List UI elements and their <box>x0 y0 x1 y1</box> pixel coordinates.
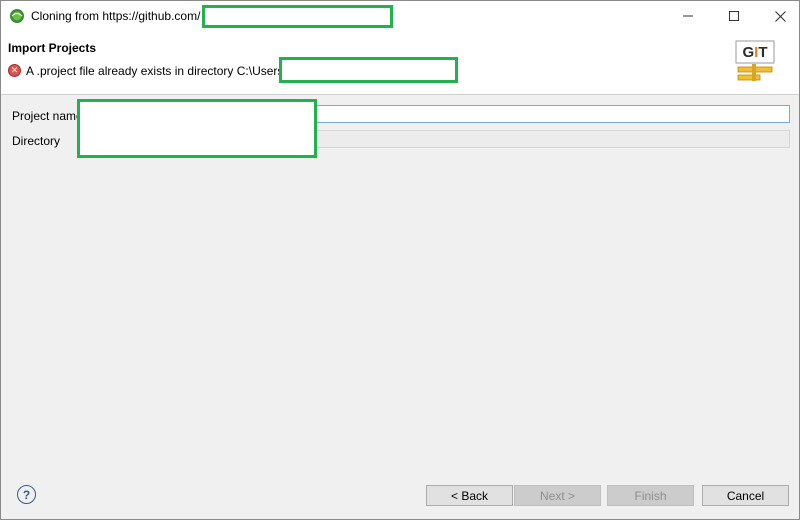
redaction-box <box>279 57 458 83</box>
wizard-header: Import Projects ✕ A .project file alread… <box>1 31 799 95</box>
error-message: A .project file already exists in direct… <box>26 64 284 78</box>
title-bar: Cloning from https://github.com/ <box>1 1 799 31</box>
close-icon <box>774 10 786 22</box>
close-button[interactable] <box>757 1 800 31</box>
project-name-label: Project name <box>12 109 83 123</box>
clone-wizard-window: Cloning from https://github.com/ Import … <box>0 0 800 520</box>
directory-label: Directory <box>12 134 61 148</box>
page-title: Import Projects <box>8 41 97 55</box>
window-title: Cloning from https://github.com/ <box>31 9 201 23</box>
maximize-button[interactable] <box>711 1 757 31</box>
minimize-button[interactable] <box>665 1 711 31</box>
finish-button[interactable]: Finish <box>607 485 694 506</box>
redaction-box <box>202 5 393 28</box>
redaction-box <box>77 99 317 158</box>
cancel-button[interactable]: Cancel <box>702 485 789 506</box>
help-icon[interactable]: ? <box>17 485 36 504</box>
next-button[interactable]: Next > <box>514 485 601 506</box>
minimize-icon <box>683 15 693 17</box>
svg-text:GIT: GIT <box>742 44 767 61</box>
git-logo: GIT <box>735 40 775 81</box>
error-icon: ✕ <box>8 64 21 77</box>
maximize-icon <box>729 11 739 21</box>
eclipse-icon <box>10 9 24 23</box>
back-button[interactable]: < Back <box>426 485 513 506</box>
